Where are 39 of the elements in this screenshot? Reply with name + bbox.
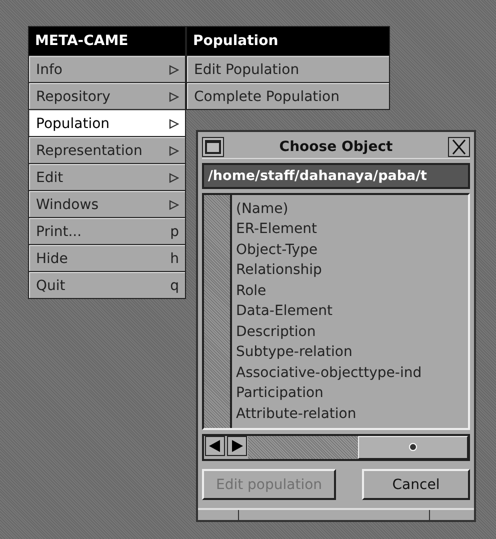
cancel-button[interactable]: Cancel [362,469,470,500]
menu-item[interactable]: Complete Population [187,83,389,109]
list-item[interactable]: Role [236,280,422,302]
scroll-right-icon[interactable] [226,436,248,456]
menu-title: META-CAME [29,27,185,55]
submenu-title: Population [187,27,389,55]
horizontal-scrollbar[interactable] [202,434,470,462]
list-item[interactable]: Attribute-relation [236,404,422,424]
list-item[interactable]: Description [236,322,422,342]
list-item[interactable]: Associative-objecttype-ind [236,362,422,384]
submenu-arrow-icon [169,64,179,74]
list-item[interactable]: Relationship [236,260,422,281]
menu-item[interactable]: Info [29,56,185,82]
menu-item[interactable]: Representation [29,137,185,163]
menu-item[interactable]: Edit Population [187,56,389,82]
submenu-arrow-icon [169,92,179,102]
list-item[interactable]: Subtype-relation [236,342,422,363]
list-item[interactable]: Object-Type [236,240,422,260]
scrollbar-thumb[interactable] [358,436,468,460]
menu-item[interactable]: Edit [29,164,185,190]
list-item[interactable]: (Name) [236,198,422,220]
submenu-arrow-icon [169,146,179,156]
list-item[interactable]: Participation [236,383,422,404]
scroll-left-icon[interactable] [204,436,226,456]
submenu-arrow-icon [169,172,179,182]
list-item[interactable]: ER-Element [236,219,422,240]
close-icon[interactable] [448,136,470,157]
path-field[interactable]: /home/staff/dahanaya/paba/t [202,163,470,189]
menu-item[interactable]: Hide h [29,245,185,271]
submenu-arrow-icon [169,118,179,128]
dialog-title: Choose Object [278,138,394,155]
submenu-arrow-icon [169,200,179,210]
menu-item[interactable]: Repository [29,83,185,109]
list-item[interactable]: Data-Element [236,301,422,322]
window-menu-button[interactable] [202,136,224,157]
menu-item[interactable]: Population [29,110,185,136]
menu-item[interactable]: Quit q [29,272,185,298]
menu-item[interactable]: Print... p [29,218,185,244]
menu-item[interactable]: Windows [29,191,185,217]
